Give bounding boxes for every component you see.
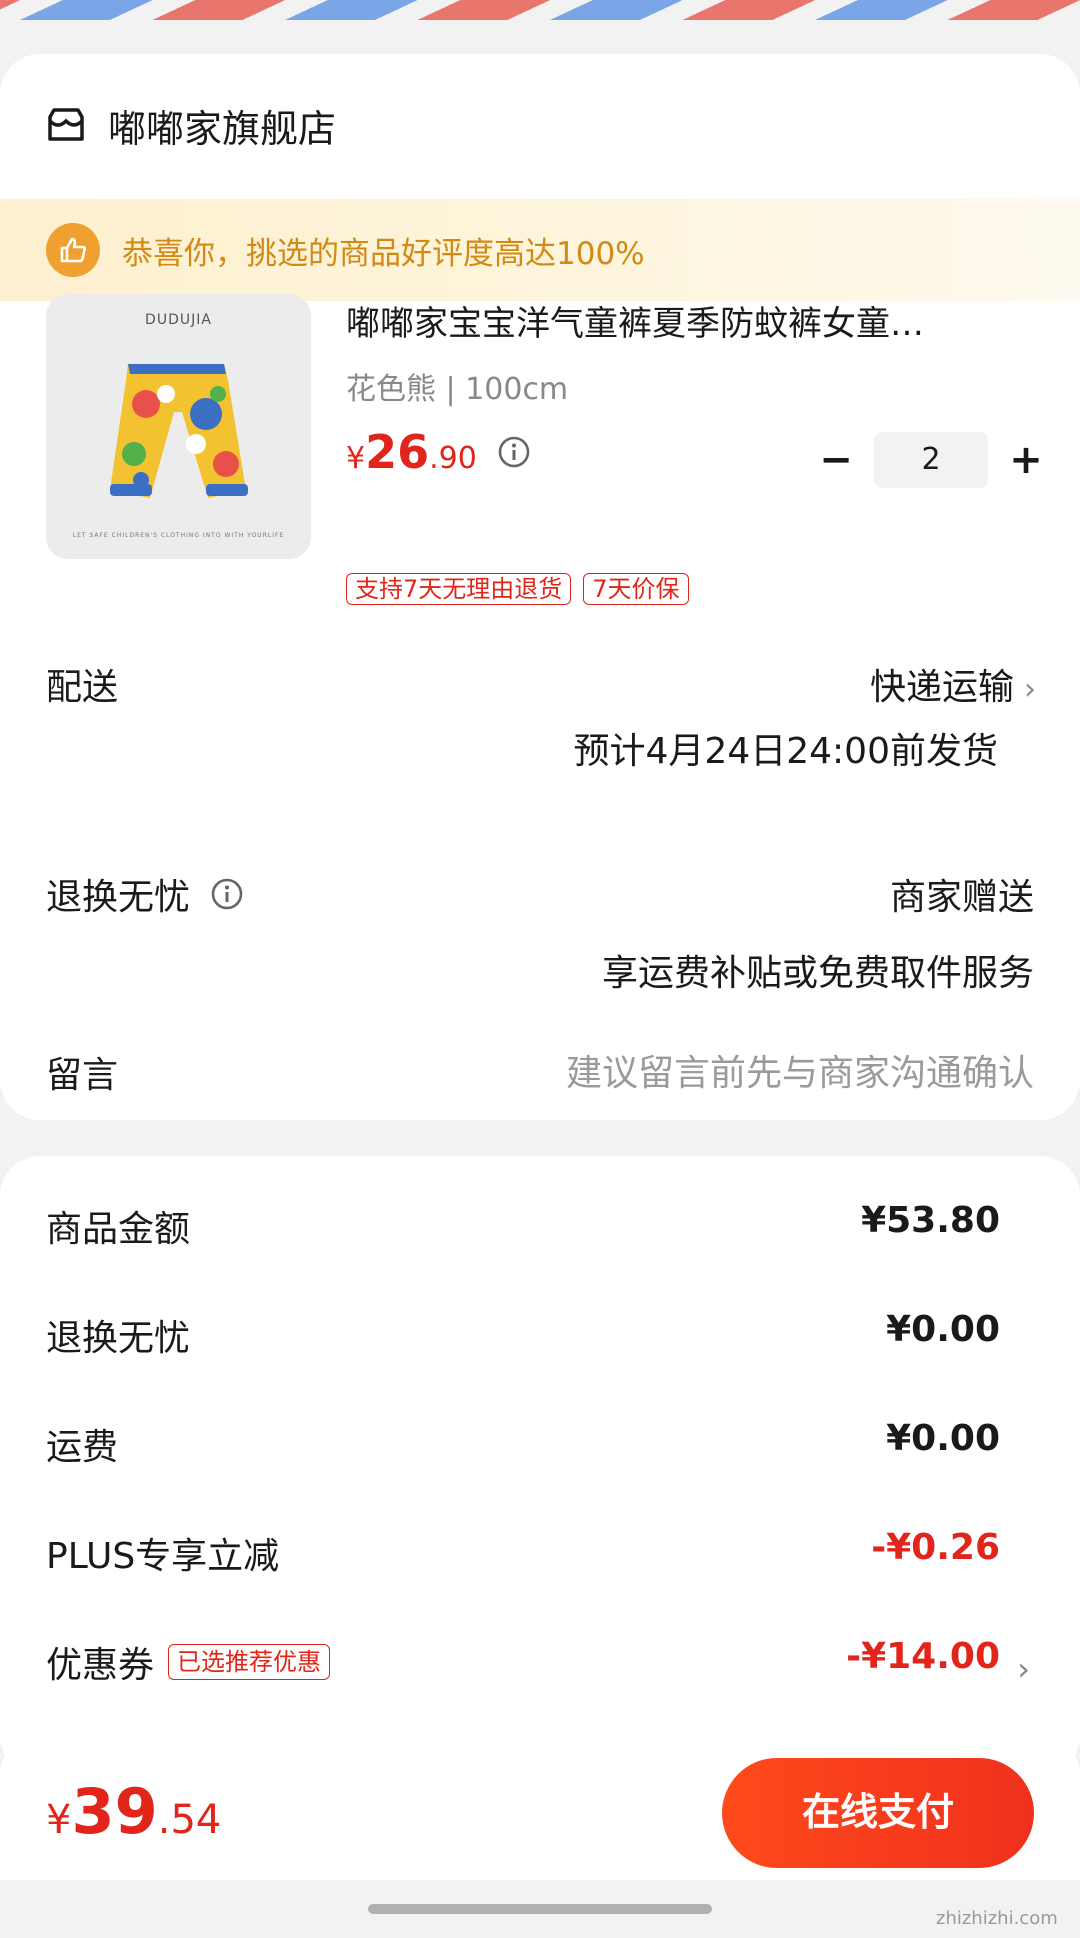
store-name: 嘟嘟家旗舰店: [108, 106, 337, 151]
product-image[interactable]: DUDUJIA LET SAFE CHILDREN'S CLOTHING INT…: [46, 294, 311, 559]
shipping-value: ¥0.00: [886, 1418, 1000, 1459]
coupon-tag: 已选推荐优惠: [168, 1644, 331, 1680]
returns-value: 商家赠送: [889, 877, 1034, 918]
coupon-row[interactable]: 优惠券 已选推荐优惠: [46, 1636, 331, 1688]
delivery-method[interactable]: 快递运输 ›: [870, 658, 1036, 710]
shipping-label: 运费: [46, 1427, 119, 1468]
service-tags: 支持7天无理由退货 7天价保: [346, 573, 701, 605]
quantity-increase-button[interactable]: +: [1000, 434, 1052, 486]
watermark: zhizhizhi.com: [936, 1908, 1058, 1929]
returns-fee-label: 退换无忧: [46, 1318, 191, 1359]
info-icon[interactable]: [210, 877, 244, 911]
chevron-right-icon: ›: [1024, 672, 1036, 707]
total-decimal: .54: [157, 1797, 222, 1843]
info-icon[interactable]: [497, 435, 531, 469]
message-label: 留言: [46, 1055, 119, 1096]
delivery-eta: 预计4月24日24:00前发货: [573, 731, 998, 772]
rating-banner-text: 恭喜你，挑选的商品好评度高达100%: [122, 235, 645, 272]
chevron-right-icon[interactable]: ›: [1017, 1650, 1030, 1688]
airmail-border: [0, 0, 1080, 20]
message-input[interactable]: 建议留言前先与商家沟通确认: [566, 1044, 1034, 1096]
service-tag: 支持7天无理由退货: [346, 573, 572, 605]
returns-subtext: 享运费补贴或免费取件服务: [601, 953, 1034, 994]
returns-label: 退换无忧: [46, 877, 191, 918]
quantity-stepper: − 2 +: [810, 432, 1052, 488]
returns-fee-value: ¥0.00: [886, 1309, 1000, 1350]
coupon-value[interactable]: -¥14.00: [846, 1636, 1000, 1677]
quantity-decrease-button[interactable]: −: [810, 434, 862, 486]
total-currency: ¥: [46, 1797, 72, 1843]
rating-banner: 恭喜你，挑选的商品好评度高达100%: [0, 199, 1080, 301]
price-currency: ¥: [346, 441, 366, 476]
home-indicator[interactable]: [368, 1904, 712, 1914]
price-integer: 26: [365, 425, 430, 479]
delivery-label: 配送: [46, 667, 119, 708]
total-price: ¥ 39 .54: [46, 1775, 221, 1848]
product-title[interactable]: 嘟嘟家宝宝洋气童裤夏季防蚊裤女童…: [346, 296, 1036, 345]
product-pants-illustration: [110, 364, 248, 498]
plus-discount-value: -¥0.26: [871, 1527, 1000, 1568]
product-price: ¥ 26 .90: [346, 425, 531, 479]
plus-discount-label: PLUS专享立减: [46, 1536, 280, 1577]
returns-label-row: 退换无忧: [46, 868, 244, 920]
service-tag: 7天价保: [583, 573, 689, 605]
product-image-tagline: LET SAFE CHILDREN'S CLOTHING INTO WITH Y…: [72, 532, 285, 539]
thumbs-up-icon: [46, 223, 100, 277]
quantity-value[interactable]: 2: [874, 432, 988, 488]
price-decimal: .90: [429, 441, 477, 476]
coupon-label: 优惠券: [46, 1645, 155, 1686]
delivery-method-text: 快递运输: [869, 667, 1014, 708]
store-icon: [48, 108, 84, 141]
pay-online-button[interactable]: 在线支付: [722, 1758, 1034, 1868]
store-header[interactable]: 嘟嘟家旗舰店: [46, 100, 337, 151]
total-integer: 39: [71, 1775, 158, 1848]
product-spec[interactable]: 花色熊 | 100cm: [346, 364, 568, 408]
goods-amount-label: 商品金额: [46, 1209, 191, 1250]
goods-amount-value: ¥53.80: [861, 1200, 1000, 1241]
